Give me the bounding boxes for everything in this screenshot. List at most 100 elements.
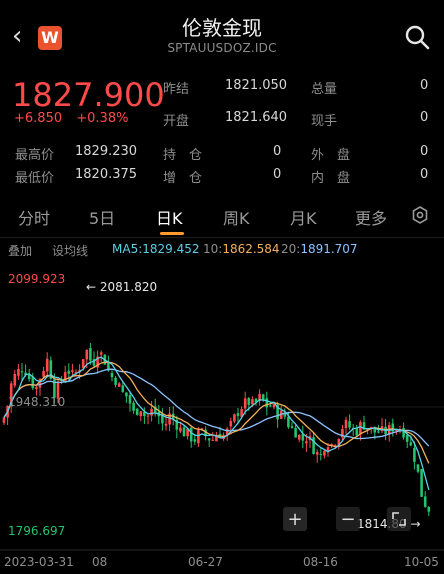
ma20-value: 1891.707: [300, 242, 358, 256]
candle-body: [121, 385, 125, 392]
x-label-2: 06-27: [188, 555, 223, 569]
kline-chart[interactable]: 2099.923 1948.310 1796.697 ← 2081.820 18…: [0, 264, 444, 574]
high-value: 1829.230: [75, 144, 138, 159]
candle-body: [233, 414, 236, 422]
change-value: +6.850: [14, 111, 63, 126]
current-hand-value: 0: [420, 110, 429, 125]
gear-icon[interactable]: [411, 206, 429, 224]
last-price: 1827.900: [12, 76, 165, 114]
change-percent: +0.38%: [76, 111, 129, 126]
period-tabs: 分时 5日 日K 周K 月K 更多: [0, 197, 444, 238]
tab-daily-k[interactable]: 日K: [156, 205, 183, 229]
open-label: 开盘: [163, 114, 190, 129]
page-title: 伦敦金现: [182, 16, 262, 40]
add-label: 增 仓: [163, 171, 203, 186]
candle-body: [377, 431, 380, 433]
candle-body: [243, 398, 247, 409]
candle-body: [348, 421, 351, 428]
y-top-label: 2099.923: [8, 272, 65, 286]
search-icon[interactable]: [404, 24, 430, 50]
candle-body: [2, 417, 6, 423]
fullscreen-button[interactable]: [387, 507, 411, 531]
y-bottom-label: 1796.697: [8, 524, 65, 538]
max-annotation: ← 2081.820: [86, 280, 157, 294]
candle-body: [13, 374, 17, 386]
candle-body: [139, 411, 143, 417]
symbol-code: SPTAUUSDOZ.IDC: [167, 41, 277, 55]
tab-5day[interactable]: 5日: [89, 205, 115, 229]
open-value: 1821.640: [225, 110, 288, 125]
candle-body: [17, 368, 20, 376]
candle-body: [427, 506, 431, 512]
candle-body: [45, 358, 49, 372]
candle-body: [416, 464, 420, 472]
candle-body: [402, 427, 405, 438]
candle-body: [20, 371, 24, 373]
candle-body: [114, 377, 117, 385]
candle-body: [42, 371, 45, 377]
hold-label: 持 仓: [163, 148, 203, 163]
candle-body: [409, 442, 413, 446]
high-label: 最高价: [15, 148, 55, 163]
tab-monthly-k[interactable]: 月K: [290, 205, 317, 229]
candle-body: [294, 427, 297, 438]
ma20-label: 20:: [281, 242, 301, 256]
candle-body: [150, 408, 153, 416]
candle-body: [117, 383, 121, 387]
candle-body: [344, 419, 348, 428]
prev-close-label: 昨结: [163, 82, 190, 97]
candle-body: [146, 415, 150, 417]
candle-body: [207, 438, 211, 441]
low-value: 1820.375: [75, 167, 138, 182]
x-label-4: 10-05: [404, 555, 439, 569]
ma20-indicator: 20:1891.707: [281, 242, 358, 256]
plus-icon: +: [287, 509, 302, 530]
zoom-out-button[interactable]: −: [336, 507, 360, 531]
tab-time[interactable]: 分时: [18, 205, 50, 229]
candle-body: [193, 439, 197, 442]
candle-body: [35, 386, 38, 389]
candle-body: [179, 427, 182, 432]
active-tab-indicator: [160, 232, 184, 235]
candle-body: [355, 428, 359, 436]
candle-body: [423, 496, 427, 507]
candle-body: [63, 372, 67, 382]
ma5-value: 1829.452: [142, 242, 200, 256]
ma5-indicator: MA5:1829.452: [112, 242, 200, 256]
current-hand-label: 现手: [311, 114, 338, 129]
ma-settings-button[interactable]: 设均线: [52, 242, 88, 259]
ma10-label: 10:: [203, 242, 223, 256]
candle-body: [229, 421, 233, 427]
y-mid-label: 1948.310: [8, 395, 65, 409]
minus-icon: −: [340, 509, 355, 530]
candle-body: [67, 370, 71, 374]
candle-body: [305, 441, 308, 444]
candle-body: [189, 427, 193, 442]
outer-value: 0: [420, 144, 429, 159]
x-label-1: 08: [92, 555, 107, 569]
volume-value: 0: [420, 78, 429, 93]
candle-body: [110, 372, 114, 378]
candle-body: [359, 422, 362, 435]
low-label: 最低价: [15, 171, 55, 186]
candle-body: [85, 349, 89, 360]
tab-more[interactable]: 更多: [355, 205, 387, 229]
prev-close-value: 1821.050: [225, 78, 288, 93]
ma5-label: MA5:: [112, 242, 143, 256]
candle-body: [125, 392, 128, 397]
zoom-in-button[interactable]: +: [283, 507, 307, 531]
candle-body: [236, 413, 240, 417]
candle-body: [251, 399, 254, 405]
overlay-button[interactable]: 叠加: [8, 242, 32, 259]
volume-label: 总量: [311, 82, 338, 97]
candle-body: [413, 447, 416, 462]
candle-body: [315, 452, 319, 455]
tab-weekly-k[interactable]: 周K: [223, 205, 250, 229]
candle-body: [319, 453, 323, 455]
candle-body: [89, 348, 92, 361]
candle-body: [405, 435, 409, 442]
ma10-value: 1862.584: [222, 242, 280, 256]
candle-body: [323, 450, 326, 456]
candle-body: [247, 398, 251, 405]
candle-body: [182, 427, 186, 437]
